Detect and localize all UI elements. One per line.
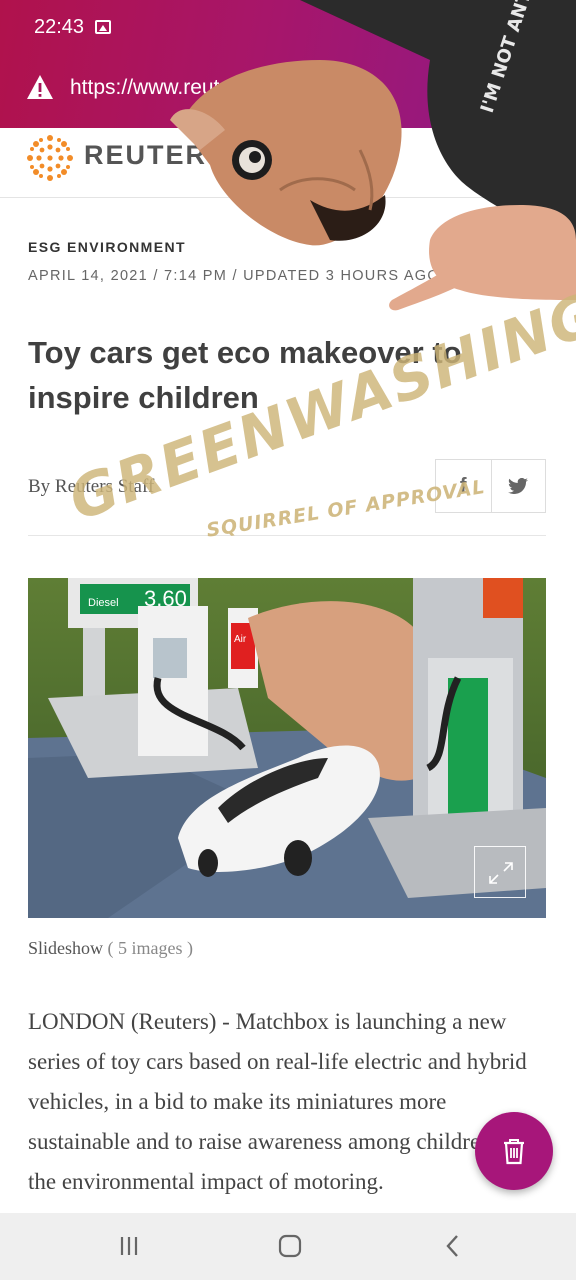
system-nav-bar — [0, 1213, 576, 1280]
status-time: 22:43 — [34, 16, 85, 38]
slideshow-count: ( 5 images ) — [107, 938, 193, 958]
home-icon — [278, 1234, 302, 1258]
article-body: LONDON (Reuters) - Matchbox is launching… — [28, 1009, 527, 1194]
twitter-icon — [508, 478, 529, 494]
twitter-share-button[interactable] — [490, 460, 546, 512]
trash-icon — [504, 1139, 524, 1165]
warning-icon[interactable] — [26, 74, 54, 100]
article-photo[interactable]: Diesel 3.60 Air — [28, 578, 546, 918]
section-tag[interactable]: ESG ENVIRONMENT — [28, 239, 186, 255]
url-field[interactable]: https://www.reuters.com — [70, 76, 260, 100]
slideshow-caption[interactable]: Slideshow ( 5 images ) — [28, 938, 193, 959]
reuters-logo-text[interactable]: REUTERS — [84, 140, 227, 171]
divider — [28, 535, 546, 536]
back-icon — [446, 1235, 458, 1257]
delete-button[interactable] — [475, 1112, 553, 1190]
expand-image-button[interactable] — [474, 846, 526, 898]
dateline: APRIL 14, 2021 / 7:14 PM / UPDATED 3 HOU… — [28, 268, 440, 284]
recents-icon — [120, 1237, 138, 1255]
back-button[interactable] — [432, 1231, 472, 1261]
browser-top-bar: 22:43 https://www.reuters.com — [0, 0, 576, 128]
site-header: REUTERS — [0, 128, 576, 198]
reuters-logo-icon[interactable] — [26, 134, 74, 182]
slideshow-label: Slideshow — [28, 938, 104, 958]
toy-gas-station-image: Diesel 3.60 Air — [28, 578, 546, 918]
recents-button[interactable] — [109, 1231, 149, 1261]
gallery-icon — [95, 20, 111, 34]
sign-diesel: Diesel — [88, 597, 119, 609]
expand-icon — [489, 862, 513, 884]
sign-air: Air — [234, 634, 247, 645]
home-button[interactable] — [270, 1231, 310, 1261]
